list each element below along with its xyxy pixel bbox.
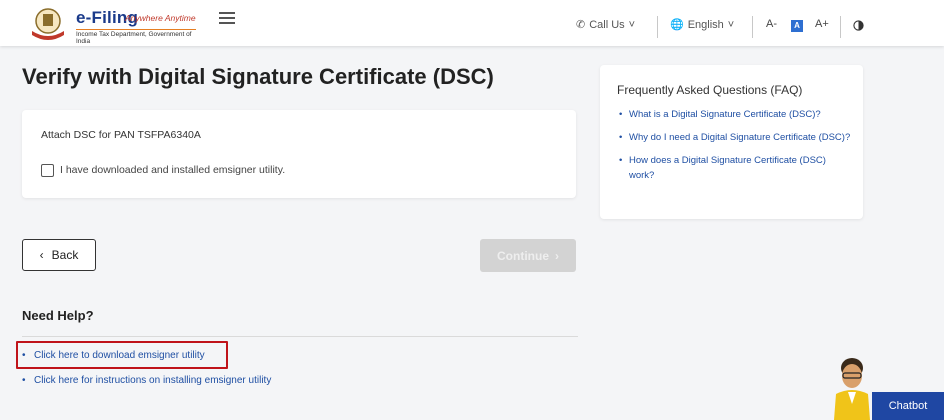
emsigner-instructions-link[interactable]: Click here for instructions on installin…	[22, 375, 271, 386]
attach-dsc-label: Attach DSC for PAN TSFPA6340A	[41, 129, 201, 141]
chevron-right-icon: ›	[555, 248, 559, 263]
emsigner-installed-checkbox[interactable]	[41, 164, 54, 177]
header-divider	[752, 16, 753, 38]
logo-subtitle: Income Tax Department, Government of Ind…	[76, 29, 196, 45]
faq-link[interactable]: How does a Digital Signature Certificate…	[617, 153, 852, 183]
font-normal-button[interactable]: A	[791, 20, 803, 32]
phone-icon: ✆	[576, 19, 586, 31]
emblem-icon	[32, 8, 64, 40]
top-header: e-Filing Anywhere Anytime Income Tax Dep…	[0, 0, 944, 46]
chevron-down-icon: ˅	[727, 18, 735, 31]
font-increase-button[interactable]: A+	[815, 18, 829, 30]
font-decrease-button[interactable]: A-	[766, 18, 777, 30]
back-button[interactable]: ‹ Back	[22, 239, 96, 271]
chatbot-button[interactable]: Chatbot	[872, 392, 944, 420]
faq-link[interactable]: Why do I need a Digital Signature Certif…	[617, 130, 852, 145]
call-us-label: Call Us	[589, 18, 625, 31]
faq-link[interactable]: What is a Digital Signature Certificate …	[617, 107, 852, 122]
faq-card: Frequently Asked Questions (FAQ) What is…	[600, 65, 863, 219]
faq-list: What is a Digital Signature Certificate …	[617, 107, 852, 191]
chevron-left-icon: ‹	[39, 248, 44, 262]
header-divider	[840, 16, 841, 38]
download-emsigner-link[interactable]: Click here to download emsigner utility	[22, 350, 205, 361]
faq-title: Frequently Asked Questions (FAQ)	[617, 83, 803, 97]
chevron-down-icon: ˅	[628, 18, 636, 31]
continue-button-label: Continue	[497, 248, 549, 263]
back-button-label: Back	[51, 248, 79, 262]
continue-button[interactable]: Continue ›	[480, 239, 576, 272]
logo-tagline: Anywhere Anytime	[125, 13, 196, 23]
menu-icon[interactable]	[219, 12, 235, 26]
header-divider	[657, 16, 658, 38]
need-help-heading: Need Help?	[22, 308, 94, 323]
language-menu[interactable]: 🌐 English ˅	[670, 18, 735, 32]
call-us-menu[interactable]: ✆ Call Us ˅	[576, 18, 636, 32]
contrast-icon[interactable]	[853, 20, 864, 31]
attach-dsc-card: Attach DSC for PAN TSFPA6340A I have dow…	[22, 110, 576, 198]
chatbot-mascot-icon[interactable]	[826, 354, 876, 420]
page-title: Verify with Digital Signature Certificat…	[22, 64, 494, 89]
language-label: English	[687, 18, 724, 31]
globe-icon: 🌐	[670, 19, 684, 31]
emsigner-installed-label[interactable]: I have downloaded and installed emsigner…	[60, 164, 285, 176]
help-divider	[22, 336, 578, 337]
